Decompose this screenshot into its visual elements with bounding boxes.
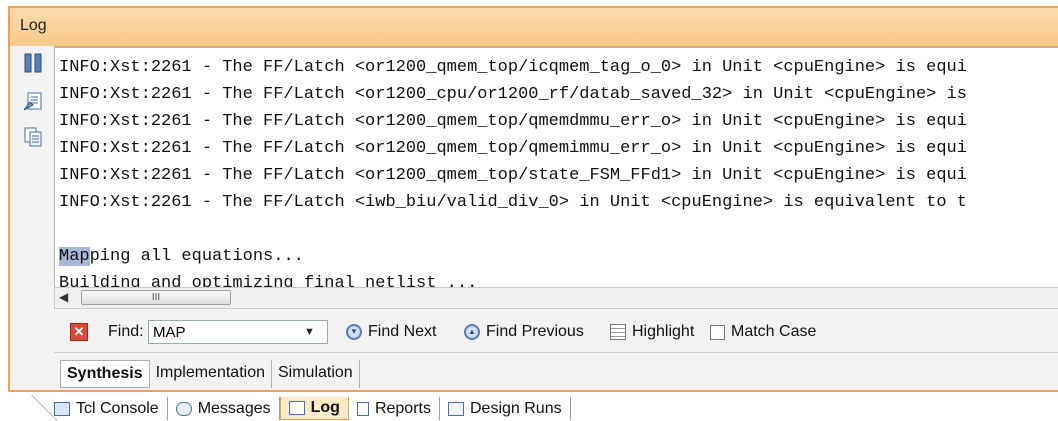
- log-line: INFO:Xst:2261 - The FF/Latch <or1200_qme…: [59, 58, 967, 77]
- scroll-left-arrow-icon[interactable]: ◀: [59, 290, 68, 304]
- log-line: INFO:Xst:2261 - The FF/Latch <or1200_qme…: [59, 139, 967, 158]
- design-runs-icon: [447, 401, 464, 416]
- pause-icon[interactable]: [22, 52, 44, 74]
- find-label: Find:: [108, 323, 144, 340]
- match-case-label: Match Case: [731, 323, 817, 340]
- log-line-rest: ping all equations...: [89, 247, 304, 266]
- tab-messages[interactable]: Messages: [168, 397, 280, 420]
- find-next-icon: ▼: [346, 324, 362, 340]
- log-line-match: Mapping all equations...: [59, 243, 967, 270]
- log-output[interactable]: INFO:Xst:2261 - The FF/Latch <or1200_qme…: [54, 47, 1058, 289]
- tab-log[interactable]: Log: [279, 397, 349, 420]
- match-case-checkbox[interactable]: Match Case: [710, 323, 816, 341]
- tab-synthesis[interactable]: Synthesis: [60, 360, 150, 388]
- reports-icon: [356, 401, 369, 416]
- log-icon: [288, 401, 305, 415]
- tab-reports-label: Reports: [374, 399, 431, 417]
- log-panel-titlebar: Log: [10, 8, 1058, 47]
- close-find-icon[interactable]: ✕: [70, 323, 88, 341]
- tab-reports[interactable]: Reports: [349, 397, 440, 420]
- log-line: INFO:Xst:2261 - The FF/Latch <or1200_qme…: [59, 166, 967, 185]
- highlight-icon: [610, 324, 626, 340]
- messages-icon: [175, 401, 192, 416]
- find-next-label: Find Next: [368, 323, 437, 340]
- find-previous-button[interactable]: ▲ Find Previous: [464, 323, 584, 341]
- find-previous-label: Find Previous: [486, 323, 584, 340]
- find-match-highlight: Map: [59, 247, 90, 266]
- tab-implementation[interactable]: Implementation: [150, 360, 272, 388]
- log-text: INFO:Xst:2261 - The FF/Latch <or1200_qme…: [59, 54, 967, 288]
- tab-design-runs-label: Design Runs: [469, 399, 562, 417]
- horizontal-scrollbar[interactable]: ◀ III: [54, 287, 1058, 309]
- tab-messages-label: Messages: [197, 399, 271, 417]
- tcl-console-icon: [54, 401, 70, 416]
- log-panel: Log INFO:Xst:2261 - The FF/Latch <or1200…: [8, 6, 1058, 392]
- find-bar: ✕ Find: ▼ ▼ Find Next ▲ Find Previous Hi…: [54, 312, 1058, 353]
- highlight-label: Highlight: [632, 323, 695, 340]
- tab-tcl-console[interactable]: Tcl Console: [46, 397, 168, 420]
- find-previous-icon: ▲: [464, 324, 480, 340]
- copy-icon[interactable]: [22, 126, 44, 148]
- log-line: INFO:Xst:2261 - The FF/Latch <or1200_qme…: [59, 112, 967, 131]
- run-type-tabs: Synthesis Implementation Simulation: [60, 360, 360, 388]
- panel-title: Log: [20, 17, 47, 34]
- chevron-down-icon[interactable]: ▼: [304, 326, 315, 338]
- tab-log-label: Log: [310, 399, 340, 416]
- highlight-button[interactable]: Highlight: [610, 323, 694, 341]
- tab-design-runs[interactable]: Design Runs: [440, 397, 571, 420]
- log-line: INFO:Xst:2261 - The FF/Latch <iwb_biu/va…: [59, 193, 967, 212]
- log-line: INFO:Xst:2261 - The FF/Latch <or1200_cpu…: [59, 85, 967, 104]
- clear-log-icon[interactable]: [22, 90, 44, 112]
- tab-tcl-console-label: Tcl Console: [76, 399, 159, 417]
- find-input[interactable]: [148, 320, 328, 344]
- match-case-box[interactable]: [710, 324, 725, 340]
- log-side-toolbar: [10, 46, 54, 286]
- scroll-thumb[interactable]: III: [81, 290, 231, 305]
- tab-simulation[interactable]: Simulation: [272, 360, 360, 388]
- find-next-button[interactable]: ▼ Find Next: [346, 323, 436, 341]
- bottom-tab-bar: Tcl Console Messages Log Reports Design …: [0, 395, 1058, 421]
- log-line-empty: [59, 216, 967, 243]
